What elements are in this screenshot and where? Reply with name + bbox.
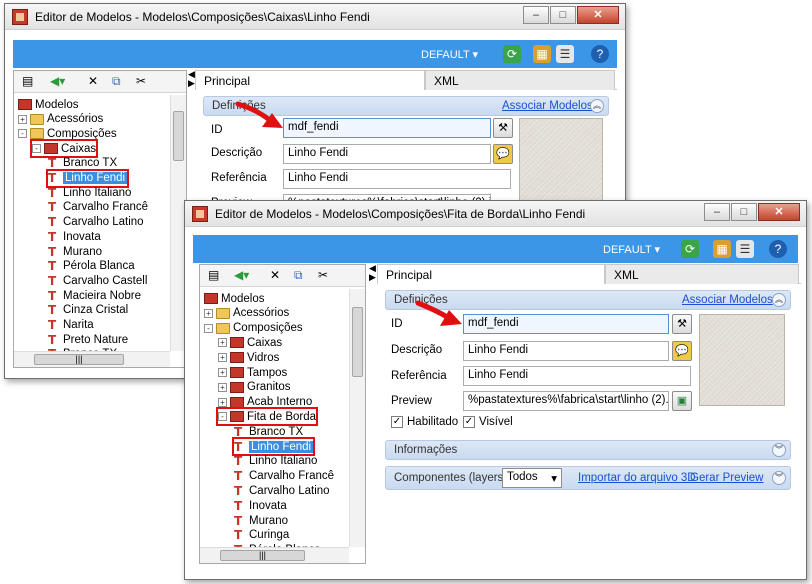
arrow-icon — [235, 101, 283, 128]
arrow-icon — [415, 300, 462, 326]
annotation-arrows — [235, 101, 462, 326]
